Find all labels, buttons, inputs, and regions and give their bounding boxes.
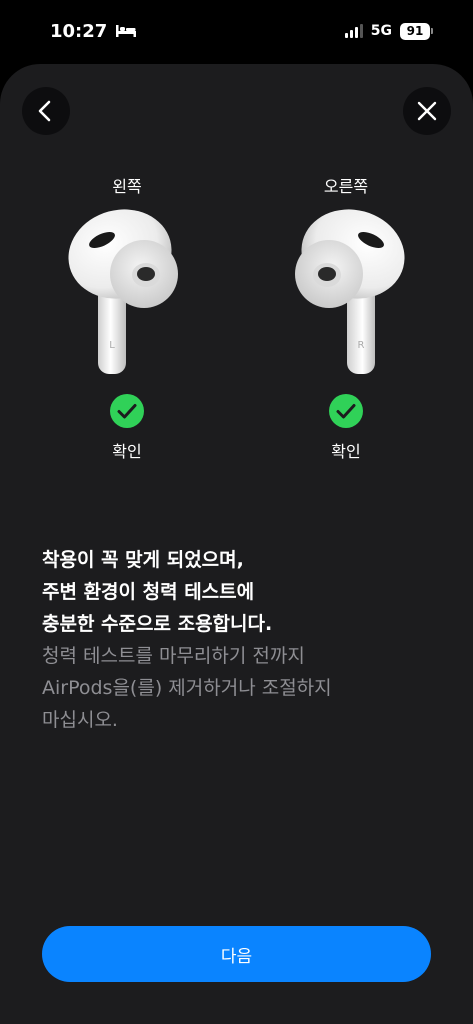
left-side-label: 왼쪽 [112, 177, 142, 196]
result-headline: 착용이 꼭 맞게 되었으며, 주변 환경이 청력 테스트에 충분한 수준으로 조… [42, 544, 442, 640]
headline-line: 충분한 수준으로 조용합니다. [42, 613, 273, 635]
result-message: 착용이 꼭 맞게 되었으며, 주변 환경이 청력 테스트에 충분한 수준으로 조… [42, 544, 442, 736]
checkmark-circle-icon [329, 394, 363, 428]
airpod-left-image: L [68, 209, 178, 374]
hearing-test-sheet: 왼쪽 L 확인 오른쪽 R 확인 착용이 꼭 맞게 되었으며, 주변 환경이 청… [0, 64, 473, 1024]
close-icon [417, 101, 437, 121]
instruction-text: 청력 테스트를 마무리하기 전까지 AirPods을(를) 제거하거나 조절하지… [42, 640, 442, 736]
headline-line: 착용이 꼭 맞게 되었으며, [42, 549, 244, 571]
signal-icon [344, 24, 363, 38]
status-right: 5G 91 [344, 22, 433, 40]
back-button[interactable] [22, 87, 70, 135]
stem-letter-left: L [109, 340, 115, 351]
headline-line: 주변 환경이 청력 테스트에 [42, 581, 255, 603]
battery-icon: 91 [400, 22, 433, 40]
status-left: 10:27 [50, 21, 137, 42]
checkmark-circle-icon [110, 394, 144, 428]
airpod-right-image: R [295, 209, 405, 374]
next-button[interactable]: 다음 [42, 926, 431, 982]
chevron-left-icon [38, 100, 51, 122]
stem-letter-right: R [358, 340, 365, 351]
clock: 10:27 [50, 20, 108, 42]
instruction-line: 청력 테스트를 마무리하기 전까지 [42, 645, 305, 667]
network-label: 5G [370, 23, 392, 39]
left-earbud: 왼쪽 L 확인 [47, 176, 207, 462]
right-earbud: 오른쪽 R 확인 [266, 176, 426, 462]
battery-level: 91 [400, 22, 430, 40]
instruction-line: AirPods을(를) 제거하거나 조절하지 [42, 677, 332, 699]
close-button[interactable] [403, 87, 451, 135]
right-side-label: 오른쪽 [323, 177, 369, 196]
instruction-line: 마십시오. [42, 709, 118, 731]
bed-icon [116, 25, 137, 37]
status-bar: 10:27 5G 91 [0, 0, 473, 62]
right-status-label: 확인 [331, 442, 361, 461]
left-status-label: 확인 [112, 442, 142, 461]
